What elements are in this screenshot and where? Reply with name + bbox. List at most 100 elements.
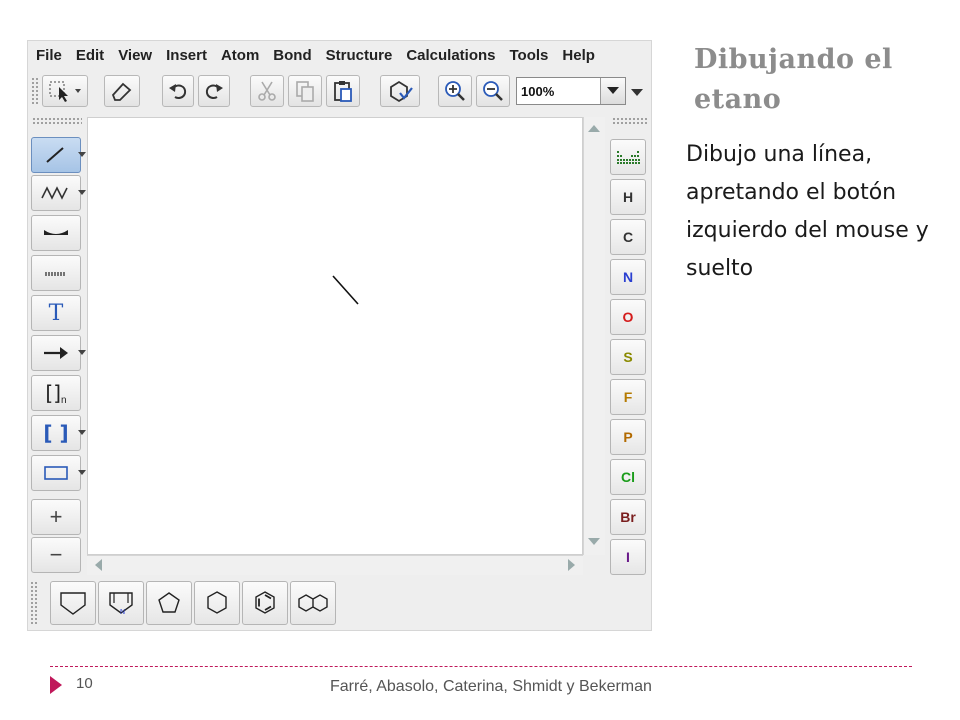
cyclohexane-button[interactable] (194, 581, 240, 625)
chevron-down-icon (78, 470, 86, 475)
drawn-bond-line (332, 275, 359, 305)
select-icon (49, 81, 81, 102)
menu-bond[interactable]: Bond (273, 47, 311, 64)
scroll-up-button[interactable] (585, 119, 603, 137)
chain-icon (41, 186, 68, 200)
select-button[interactable] (42, 75, 88, 107)
rectangle-tool[interactable] (31, 455, 86, 491)
menu-insert[interactable]: Insert (166, 47, 207, 64)
undo-icon (169, 84, 187, 99)
footer-divider (50, 666, 912, 667)
wedge-bond-tool[interactable] (31, 215, 81, 251)
scroll-right-button[interactable] (563, 556, 581, 574)
overflow-arrow-icon (631, 89, 643, 96)
menu-atom[interactable]: Atom (221, 47, 259, 64)
slide-title: Dibujando el etano (694, 44, 893, 115)
element-label: H (622, 189, 634, 205)
element-button-p[interactable]: P (610, 419, 646, 455)
text-tool-label: T (48, 300, 64, 326)
ring-toolbar: N (28, 577, 340, 629)
menu-structure[interactable]: Structure (326, 47, 393, 64)
menu-bar: File Edit View Insert Atom Bond Structur… (28, 41, 651, 69)
redo-button[interactable] (198, 75, 230, 107)
cut-icon (258, 81, 276, 101)
cyclopentane-open-button[interactable] (50, 581, 96, 625)
zoom-in-button[interactable] (438, 75, 472, 107)
menu-help[interactable]: Help (562, 47, 595, 64)
minus-label: − (49, 542, 63, 567)
horizontal-scrollbar[interactable] (87, 555, 583, 575)
marvin-sketch-window: File Edit View Insert Atom Bond Structur… (27, 40, 652, 631)
toolbar-overflow-button[interactable] (631, 85, 643, 103)
chevron-left-icon (95, 559, 102, 571)
text-tool[interactable]: T (31, 295, 81, 331)
element-button-f[interactable]: F (610, 379, 646, 415)
copy-button[interactable] (288, 75, 322, 107)
positive-charge-tool[interactable]: + (31, 499, 81, 535)
element-button-n[interactable]: N (610, 259, 646, 295)
pyrrole-ring-button[interactable]: N (98, 581, 144, 625)
benzene-icon (255, 591, 275, 614)
cut-button[interactable] (250, 75, 284, 107)
vertical-scrollbar[interactable] (583, 117, 605, 555)
element-button-c[interactable]: C (610, 219, 646, 255)
paste-icon (334, 81, 352, 102)
benzene-button[interactable] (242, 581, 288, 625)
menu-view[interactable]: View (118, 47, 152, 64)
bold-bond-icon (44, 230, 68, 235)
ring-toolbar-grip[interactable] (30, 581, 38, 625)
paste-button[interactable] (326, 75, 360, 107)
scroll-left-button[interactable] (89, 556, 107, 574)
naphthalene-button[interactable] (290, 581, 336, 625)
scroll-down-button[interactable] (585, 533, 603, 551)
zoom-in-icon (445, 81, 465, 101)
periodic-table-icon (617, 151, 640, 164)
clean-button[interactable] (380, 75, 420, 107)
zoom-dropdown-button[interactable] (600, 78, 625, 104)
menu-calculations[interactable]: Calculations (406, 47, 495, 64)
element-button-i[interactable]: I (610, 539, 646, 575)
bracket-tool[interactable]: [ ] (31, 415, 86, 451)
pentagon-ring-icon (60, 592, 86, 615)
menu-edit[interactable]: Edit (76, 47, 104, 64)
rectangle-icon (44, 466, 68, 480)
chevron-up-icon (588, 125, 600, 132)
naphthalene-icon (298, 594, 328, 612)
element-label: P (623, 429, 633, 445)
element-button-s[interactable]: S (610, 339, 646, 375)
chain-tool[interactable] (31, 175, 86, 211)
undo-button[interactable] (162, 75, 194, 107)
chevron-right-icon (568, 559, 575, 571)
element-button-br[interactable]: Br (610, 499, 646, 535)
chevron-down-icon (78, 430, 86, 435)
clean-icon (390, 80, 413, 103)
single-bond-tool[interactable] (31, 137, 86, 173)
chevron-down-icon (78, 190, 86, 195)
drawing-canvas[interactable] (87, 117, 583, 555)
negative-charge-tool[interactable]: − (31, 537, 81, 573)
element-button-h[interactable]: H (610, 179, 646, 215)
toolbar-grip[interactable] (31, 77, 39, 105)
element-label: F (623, 389, 633, 405)
hashed-bond-tool[interactable] (31, 255, 81, 291)
chevron-down-icon (78, 350, 86, 355)
left-panel-grip[interactable] (32, 117, 82, 125)
zoom-out-button[interactable] (476, 75, 510, 107)
menu-tools[interactable]: Tools (510, 47, 549, 64)
arrow-tool[interactable] (31, 335, 86, 371)
eraser-button[interactable] (104, 75, 140, 107)
group-tool[interactable]: [] n (31, 375, 81, 411)
arrow-icon (44, 347, 68, 359)
element-button-cl[interactable]: Cl (610, 459, 646, 495)
pyrrole-n-label: N (120, 609, 126, 616)
periodic-table-button[interactable] (610, 139, 646, 175)
element-panel-grip[interactable] (612, 117, 648, 125)
zoom-level-select[interactable]: 100% (516, 77, 626, 105)
menu-file[interactable]: File (36, 47, 62, 64)
element-label: N (622, 269, 634, 285)
element-label: S (623, 349, 633, 365)
copy-icon (296, 81, 314, 102)
element-button-o[interactable]: O (610, 299, 646, 335)
cyclopentane-button[interactable] (146, 581, 192, 625)
slide-bullet-marker (50, 676, 62, 694)
